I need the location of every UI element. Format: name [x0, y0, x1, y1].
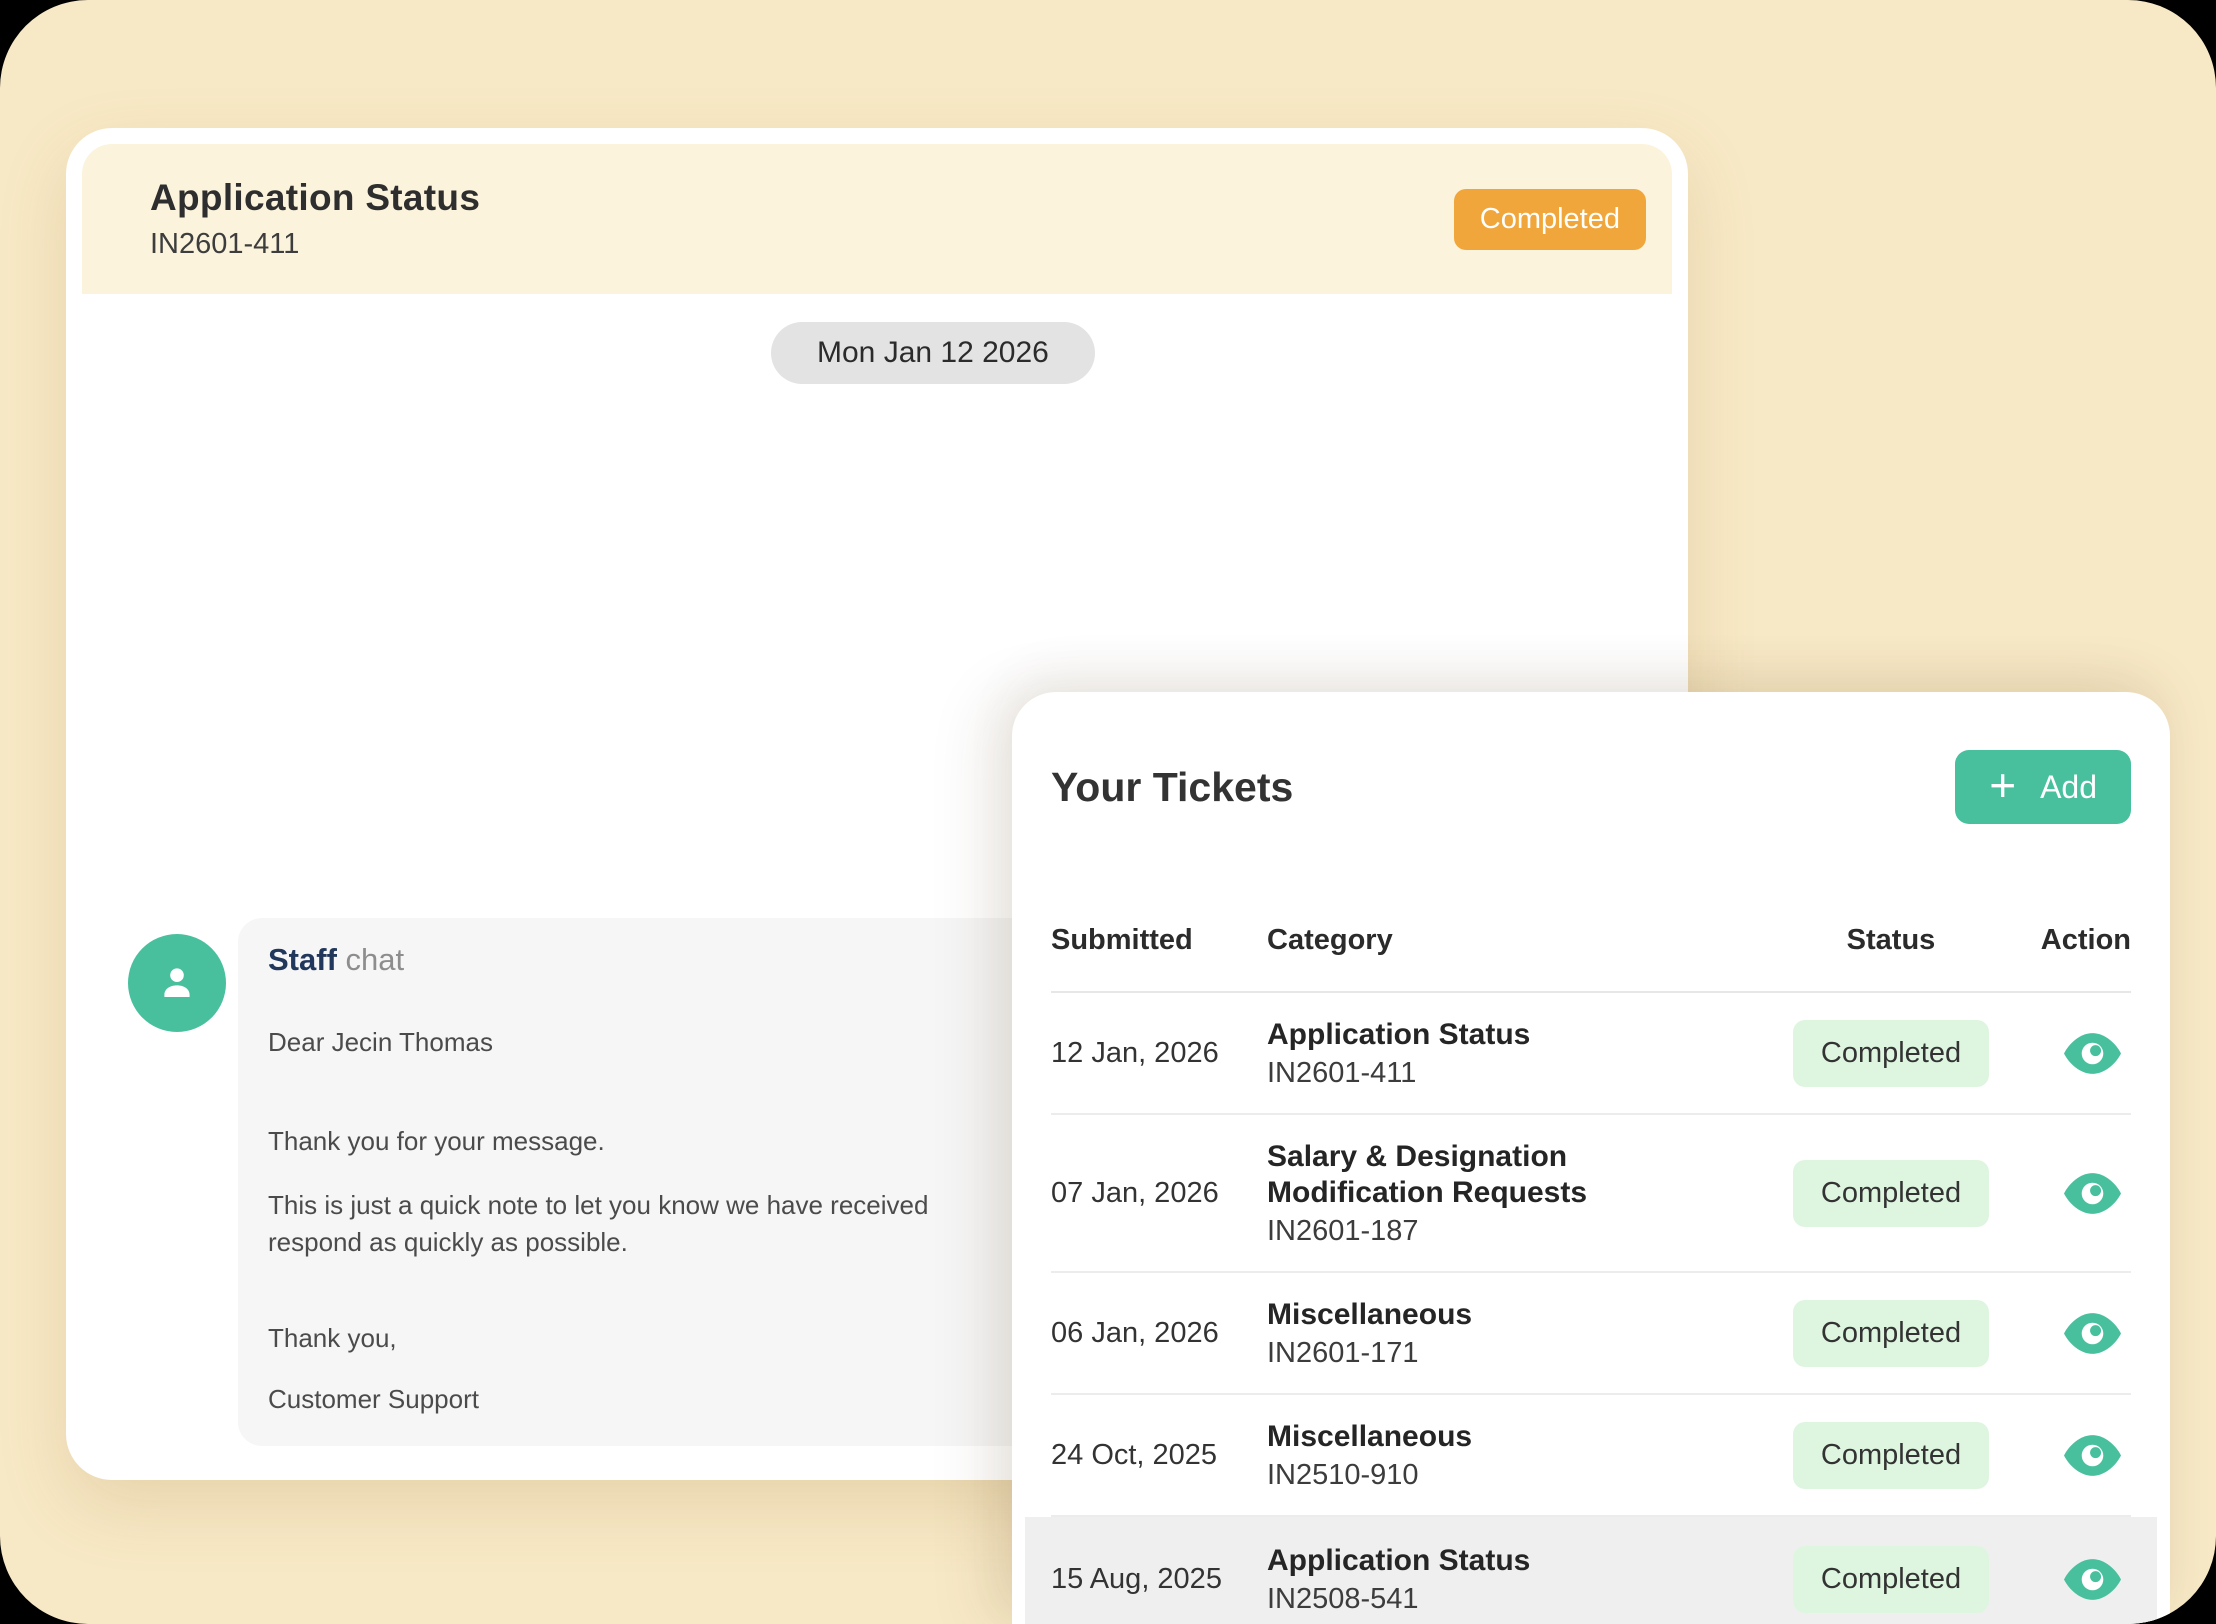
category-cell: Application Status IN2508-541	[1267, 1543, 1791, 1615]
view-ticket-button[interactable]	[2064, 1435, 2121, 1476]
view-ticket-button[interactable]	[2064, 1173, 2121, 1214]
submitted-date: 07 Jan, 2026	[1051, 1177, 1267, 1210]
action-cell	[1991, 1033, 2131, 1074]
action-cell	[1991, 1435, 2131, 1476]
status-badge: Completed	[1793, 1300, 1989, 1367]
status-cell: Completed	[1791, 1422, 1991, 1489]
column-header-submitted: Submitted	[1051, 924, 1267, 957]
tickets-panel-header: Your Tickets + Add	[1051, 750, 2131, 824]
action-cell	[1991, 1313, 2131, 1354]
category-ticket-id: IN2508-541	[1267, 1583, 1791, 1615]
table-row[interactable]: 06 Jan, 2026 Miscellaneous IN2601-171 Co…	[1051, 1273, 2131, 1395]
eye-icon	[2064, 1313, 2121, 1354]
category-title: Application Status	[1267, 1543, 1717, 1579]
category-ticket-id: IN2601-187	[1267, 1215, 1791, 1247]
category-title: Application Status	[1267, 1017, 1717, 1053]
status-cell: Completed	[1791, 1300, 1991, 1367]
status-badge: Completed	[1454, 189, 1646, 250]
category-title: Miscellaneous	[1267, 1297, 1717, 1333]
submitted-date: 24 Oct, 2025	[1051, 1439, 1267, 1472]
eye-icon	[2064, 1435, 2121, 1476]
status-badge: Completed	[1793, 1160, 1989, 1227]
page-title: Application Status	[150, 177, 480, 219]
category-cell: Miscellaneous IN2601-171	[1267, 1297, 1791, 1369]
avatar	[128, 934, 226, 1032]
category-ticket-id: IN2601-171	[1267, 1337, 1791, 1369]
table-row[interactable]: 07 Jan, 2026 Salary & Designation Modifi…	[1051, 1115, 2131, 1273]
status-badge: Completed	[1793, 1422, 1989, 1489]
category-title: Salary & Designation Modification Reques…	[1267, 1139, 1717, 1211]
status-cell: Completed	[1791, 1020, 1991, 1087]
category-ticket-id: IN2601-411	[1267, 1057, 1791, 1089]
column-header-category: Category	[1267, 924, 1791, 957]
ticket-id: IN2601-411	[150, 228, 480, 261]
eye-icon	[2064, 1173, 2121, 1214]
status-cell: Completed	[1791, 1160, 1991, 1227]
submitted-date: 15 Aug, 2025	[1051, 1563, 1267, 1596]
eye-icon	[2064, 1033, 2121, 1074]
category-cell: Salary & Designation Modification Reques…	[1267, 1139, 1791, 1247]
add-button-label: Add	[2040, 769, 2097, 806]
chat-card-header: Application Status IN2601-411 Completed	[82, 144, 1672, 294]
eye-icon	[2064, 1559, 2121, 1600]
status-badge: Completed	[1793, 1020, 1989, 1087]
column-header-action: Action	[1991, 924, 2131, 957]
submitted-date: 12 Jan, 2026	[1051, 1037, 1267, 1070]
add-ticket-button[interactable]: + Add	[1955, 750, 2131, 824]
status-cell: Completed	[1791, 1546, 1991, 1613]
chat-card-titles: Application Status IN2601-411	[150, 177, 480, 261]
person-icon	[153, 959, 201, 1007]
tickets-table-body: 12 Jan, 2026 Application Status IN2601-4…	[1051, 993, 2131, 1624]
category-cell: Application Status IN2601-411	[1267, 1017, 1791, 1089]
tickets-table-header: Submitted Category Status Action	[1051, 924, 2131, 993]
tickets-title: Your Tickets	[1051, 764, 1293, 811]
view-ticket-button[interactable]	[2064, 1033, 2121, 1074]
category-cell: Miscellaneous IN2510-910	[1267, 1419, 1791, 1491]
action-cell	[1991, 1173, 2131, 1214]
category-title: Miscellaneous	[1267, 1419, 1717, 1455]
author-name: Staff	[268, 942, 337, 977]
table-row[interactable]: 15 Aug, 2025 Application Status IN2508-5…	[1025, 1517, 2157, 1624]
chat-date-separator: Mon Jan 12 2026	[771, 322, 1095, 384]
table-row[interactable]: 12 Jan, 2026 Application Status IN2601-4…	[1051, 993, 2131, 1115]
column-header-status: Status	[1791, 924, 1991, 957]
category-ticket-id: IN2510-910	[1267, 1459, 1791, 1491]
status-badge: Completed	[1793, 1546, 1989, 1613]
view-ticket-button[interactable]	[2064, 1559, 2121, 1600]
app-canvas: Application Status IN2601-411 Completed …	[0, 0, 2216, 1624]
action-cell	[1991, 1559, 2131, 1600]
submitted-date: 06 Jan, 2026	[1051, 1317, 1267, 1350]
table-row[interactable]: 24 Oct, 2025 Miscellaneous IN2510-910 Co…	[1051, 1395, 2131, 1517]
author-suffix: chat	[346, 942, 405, 977]
plus-icon: +	[1989, 762, 2016, 808]
view-ticket-button[interactable]	[2064, 1313, 2121, 1354]
your-tickets-panel: Your Tickets + Add Submitted Category St…	[1012, 692, 2170, 1624]
